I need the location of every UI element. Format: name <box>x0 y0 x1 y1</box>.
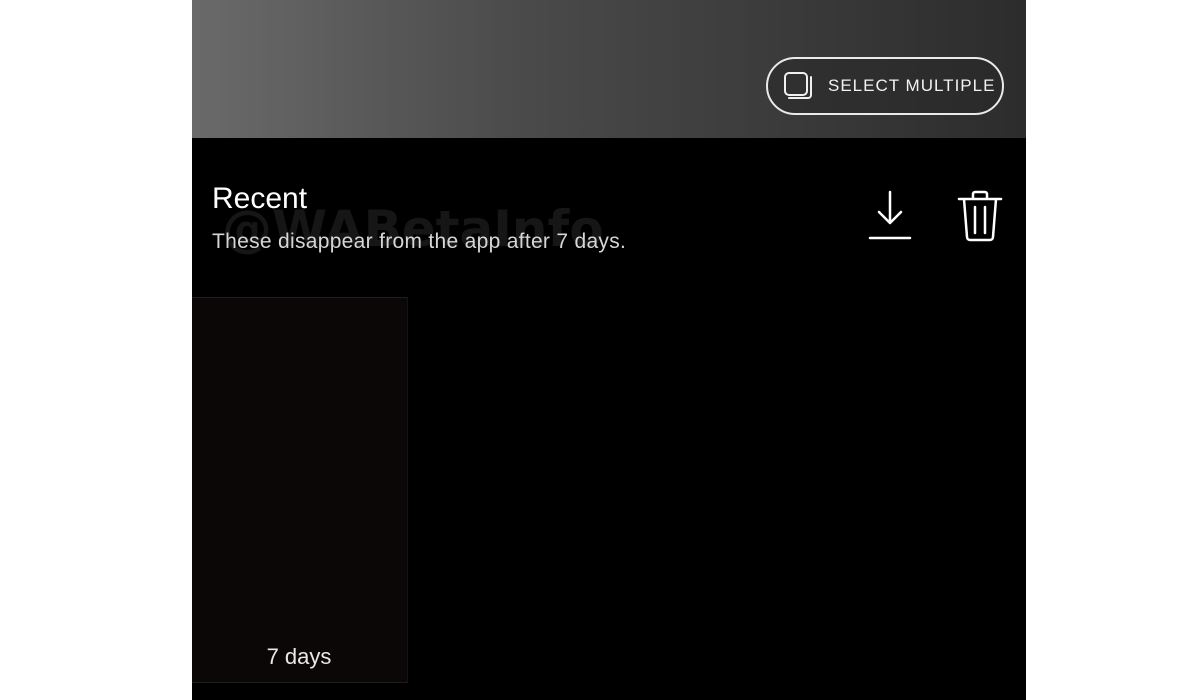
section-title: Recent <box>212 182 308 215</box>
trash-icon <box>955 189 1005 248</box>
select-multiple-button[interactable]: SELECT MULTIPLE <box>766 57 1004 115</box>
screenshot-stage: SELECT MULTIPLE @WABetaInfo Recent These… <box>0 0 1200 700</box>
media-thumbnail[interactable]: 7 days <box>192 297 408 683</box>
top-bar: SELECT MULTIPLE <box>192 0 1026 138</box>
app-screen: SELECT MULTIPLE @WABetaInfo Recent These… <box>192 0 1026 700</box>
stacked-squares-icon <box>782 71 816 101</box>
download-icon <box>868 188 916 247</box>
download-button[interactable] <box>866 188 918 246</box>
delete-button[interactable] <box>952 190 1008 246</box>
section-subtitle: These disappear from the app after 7 day… <box>212 230 627 253</box>
select-multiple-label: SELECT MULTIPLE <box>828 76 996 95</box>
expiry-label: 7 days <box>266 644 332 669</box>
